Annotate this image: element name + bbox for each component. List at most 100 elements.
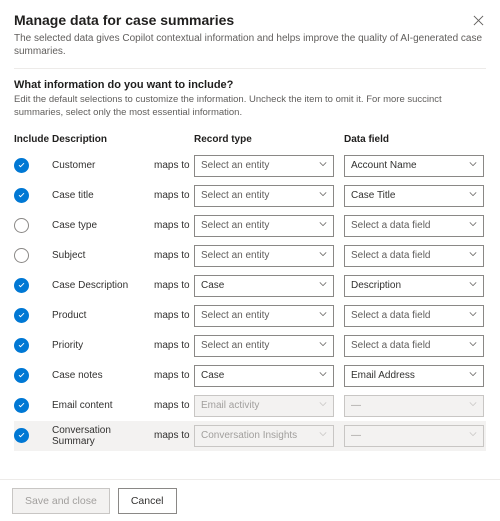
include-toggle[interactable] <box>14 308 29 323</box>
row-description: Conversation Summary <box>52 425 154 447</box>
include-toggle[interactable] <box>14 428 29 443</box>
table-row: Conversation Summarymaps to Conversation … <box>14 421 486 451</box>
table-row: Productmaps toSelect an entity Select a d… <box>14 301 486 331</box>
include-toggle[interactable] <box>14 278 29 293</box>
table-row: Subjectmaps to Select an entity Select a d… <box>14 241 486 271</box>
row-description: Case type <box>52 220 154 231</box>
row-description: Case Description <box>52 280 154 291</box>
record-type-select[interactable]: Select an entity <box>194 305 334 327</box>
data-field-value: Account Name <box>351 160 417 171</box>
data-field-value: — <box>351 400 361 411</box>
record-type-value: Select an entity <box>201 160 269 171</box>
data-field-select[interactable]: Case Title <box>344 185 484 207</box>
close-button[interactable] <box>470 12 486 28</box>
record-type-value: Select an entity <box>201 220 269 231</box>
footer: Save and close Cancel <box>0 479 500 521</box>
maps-to-label: maps to <box>154 310 194 321</box>
chevron-down-icon <box>319 160 327 171</box>
record-type-select: Email activity <box>194 395 334 417</box>
data-field-select[interactable]: Description <box>344 275 484 297</box>
chevron-down-icon <box>319 220 327 231</box>
chevron-down-icon <box>469 370 477 381</box>
col-record-type: Record type <box>194 134 334 145</box>
checkmark-icon <box>17 431 26 440</box>
maps-to-label: maps to <box>154 340 194 351</box>
record-type-value: Case <box>201 280 224 291</box>
record-type-select[interactable]: Case <box>194 275 334 297</box>
data-field-select[interactable]: Select a data field <box>344 245 484 267</box>
row-description: Email content <box>52 400 154 411</box>
data-field-value: Email Address <box>351 370 415 381</box>
table-row: Email contentmaps to Email activity — <box>14 391 486 421</box>
include-toggle[interactable] <box>14 398 29 413</box>
maps-to-label: maps to <box>154 430 194 441</box>
chevron-down-icon <box>319 370 327 381</box>
include-toggle[interactable] <box>14 218 29 233</box>
cancel-button[interactable]: Cancel <box>118 488 177 514</box>
col-include: Include <box>14 134 52 145</box>
chevron-down-icon <box>319 280 327 291</box>
include-toggle[interactable] <box>14 248 29 263</box>
table-row: Case Descriptionmaps to Case Description <box>14 271 486 301</box>
data-field-value: Select a data field <box>351 310 431 321</box>
maps-to-label: maps to <box>154 160 194 171</box>
record-type-value: Case <box>201 370 224 381</box>
table-row: Prioritymaps toSelect an entitySelect a … <box>14 331 486 361</box>
chevron-down-icon <box>319 310 327 321</box>
chevron-down-icon <box>319 430 327 441</box>
include-toggle[interactable] <box>14 188 29 203</box>
record-type-value: Select an entity <box>201 190 269 201</box>
record-type-select: Conversation Insights <box>194 425 334 447</box>
row-description: Product <box>52 310 154 321</box>
data-field-select: — <box>344 395 484 417</box>
record-type-value: Conversation Insights <box>201 430 297 441</box>
maps-to-label: maps to <box>154 280 194 291</box>
data-field-select[interactable]: Select a data field <box>344 215 484 237</box>
row-description: Case title <box>52 190 154 201</box>
data-field-select[interactable]: Account Name <box>344 155 484 177</box>
maps-to-label: maps to <box>154 400 194 411</box>
record-type-select[interactable]: Select an entity <box>194 335 334 357</box>
record-type-select[interactable]: Select an entity <box>194 155 334 177</box>
row-description: Subject <box>52 250 154 261</box>
record-type-select[interactable]: Select an entity <box>194 245 334 267</box>
chevron-down-icon <box>319 190 327 201</box>
checkmark-icon <box>17 191 26 200</box>
chevron-down-icon <box>469 280 477 291</box>
chevron-down-icon <box>319 250 327 261</box>
maps-to-label: maps to <box>154 250 194 261</box>
chevron-down-icon <box>319 340 327 351</box>
maps-to-label: maps to <box>154 220 194 231</box>
table-row: Case notesmaps to Case Email Address <box>14 361 486 391</box>
row-description: Customer <box>52 160 154 171</box>
table-row: Case titlemaps to Select an entity Case Ti… <box>14 181 486 211</box>
include-toggle[interactable] <box>14 158 29 173</box>
section-subtext: Edit the default selections to customize… <box>14 93 486 120</box>
panel-title: Manage data for case summaries <box>14 12 234 28</box>
record-type-value: Select an entity <box>201 250 269 261</box>
maps-to-label: maps to <box>154 190 194 201</box>
record-type-select[interactable]: Select an entity <box>194 215 334 237</box>
include-toggle[interactable] <box>14 338 29 353</box>
chevron-down-icon <box>469 430 477 441</box>
chevron-down-icon <box>469 160 477 171</box>
data-field-select: — <box>344 425 484 447</box>
chevron-down-icon <box>469 190 477 201</box>
checkmark-icon <box>17 161 26 170</box>
record-type-select[interactable]: Case <box>194 365 334 387</box>
record-type-value: Select an entity <box>201 340 269 351</box>
checkmark-icon <box>17 341 26 350</box>
data-field-select[interactable]: Select a data field <box>344 335 484 357</box>
record-type-value: Email activity <box>201 400 259 411</box>
maps-to-label: maps to <box>154 370 194 381</box>
data-field-select[interactable]: Select a data field <box>344 305 484 327</box>
data-field-select[interactable]: Email Address <box>344 365 484 387</box>
col-description: Description <box>52 134 154 145</box>
chevron-down-icon <box>469 250 477 261</box>
data-field-value: — <box>351 430 361 441</box>
panel-subtext: The selected data gives Copilot contextu… <box>14 32 486 58</box>
chevron-down-icon <box>469 400 477 411</box>
row-description: Case notes <box>52 370 154 381</box>
record-type-select[interactable]: Select an entity <box>194 185 334 207</box>
include-toggle[interactable] <box>14 368 29 383</box>
